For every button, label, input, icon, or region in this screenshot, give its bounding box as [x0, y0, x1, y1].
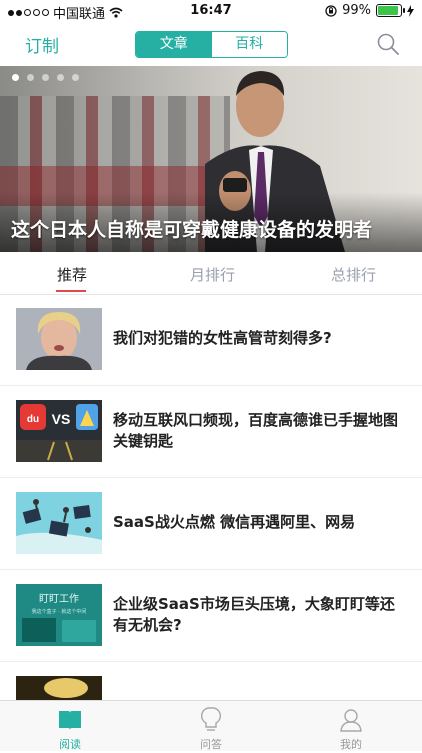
search-icon[interactable]	[376, 32, 400, 56]
carousel-page-indicator	[12, 74, 79, 81]
charging-icon	[407, 4, 414, 17]
tab-total-ranking[interactable]: 总排行	[331, 264, 376, 285]
article-thumbnail	[16, 492, 102, 554]
subscribe-button[interactable]: 订制	[25, 32, 59, 57]
thumb-dingding-title: 盯盯工作	[39, 593, 79, 605]
thumb-dingding-subtitle: 我这个盒子 · 就这个中间	[32, 608, 87, 615]
article-thumbnail: 盯盯工作 我这个盒子 · 就这个中间	[16, 584, 102, 646]
battery-group: 99%	[325, 3, 414, 18]
status-bar: 中国联通 16:47 99%	[0, 0, 422, 22]
vs-text: VS	[52, 411, 71, 427]
article-thumbnail	[16, 676, 102, 700]
bottom-tab-bar: 阅读 问答 我的	[0, 700, 422, 751]
tab-monthly-ranking[interactable]: 月排行	[190, 264, 235, 285]
article-item[interactable]: du VS 移动互联风口频现，百度高德谁已手握地图关键钥匙	[0, 385, 422, 478]
battery-icon	[376, 4, 405, 17]
article-title: 我们对犯错的女性高管苛刻得多?	[113, 329, 332, 347]
ranking-tabs: 推荐 月排行 总排行	[0, 252, 422, 295]
tab-indicator	[56, 290, 86, 292]
user-icon	[340, 709, 362, 732]
article-title: SaaS战火点燃 微信再遇阿里、网易	[113, 513, 356, 531]
navigation-bar: 订制 文章 百科	[0, 22, 422, 66]
hero-banner[interactable]: 这个日本人自称是可穿戴健康设备的发明者	[0, 66, 422, 252]
article-thumbnail	[16, 308, 102, 370]
content-segment-control: 文章 百科	[135, 31, 288, 58]
hero-title: 这个日本人自称是可穿戴健康设备的发明者	[11, 219, 373, 241]
article-thumbnail: du VS	[16, 400, 102, 462]
battery-percent: 99%	[342, 3, 371, 18]
article-item[interactable]: SaaS战火点燃 微信再遇阿里、网易	[0, 477, 422, 570]
book-icon	[59, 711, 81, 730]
segment-articles[interactable]: 文章	[136, 32, 212, 57]
article-item[interactable]: 我们对犯错的女性高管苛刻得多?	[0, 293, 422, 386]
lightbulb-icon	[201, 707, 221, 731]
rotation-lock-icon	[325, 4, 337, 17]
baidu-logo-text: du	[27, 414, 39, 425]
article-item[interactable]: 盯盯工作 我这个盒子 · 就这个中间 企业级SaaS市场巨头压境，大象盯盯等还有…	[0, 569, 422, 662]
article-title: 移动互联风口频现，百度高德谁已手握地图关键钥匙	[113, 411, 399, 450]
segment-encyclopedia[interactable]: 百科	[211, 32, 287, 57]
tab-recommended[interactable]: 推荐	[57, 264, 87, 285]
article-title: 企业级SaaS市场巨头压境，大象盯盯等还有无机会?	[113, 595, 395, 634]
